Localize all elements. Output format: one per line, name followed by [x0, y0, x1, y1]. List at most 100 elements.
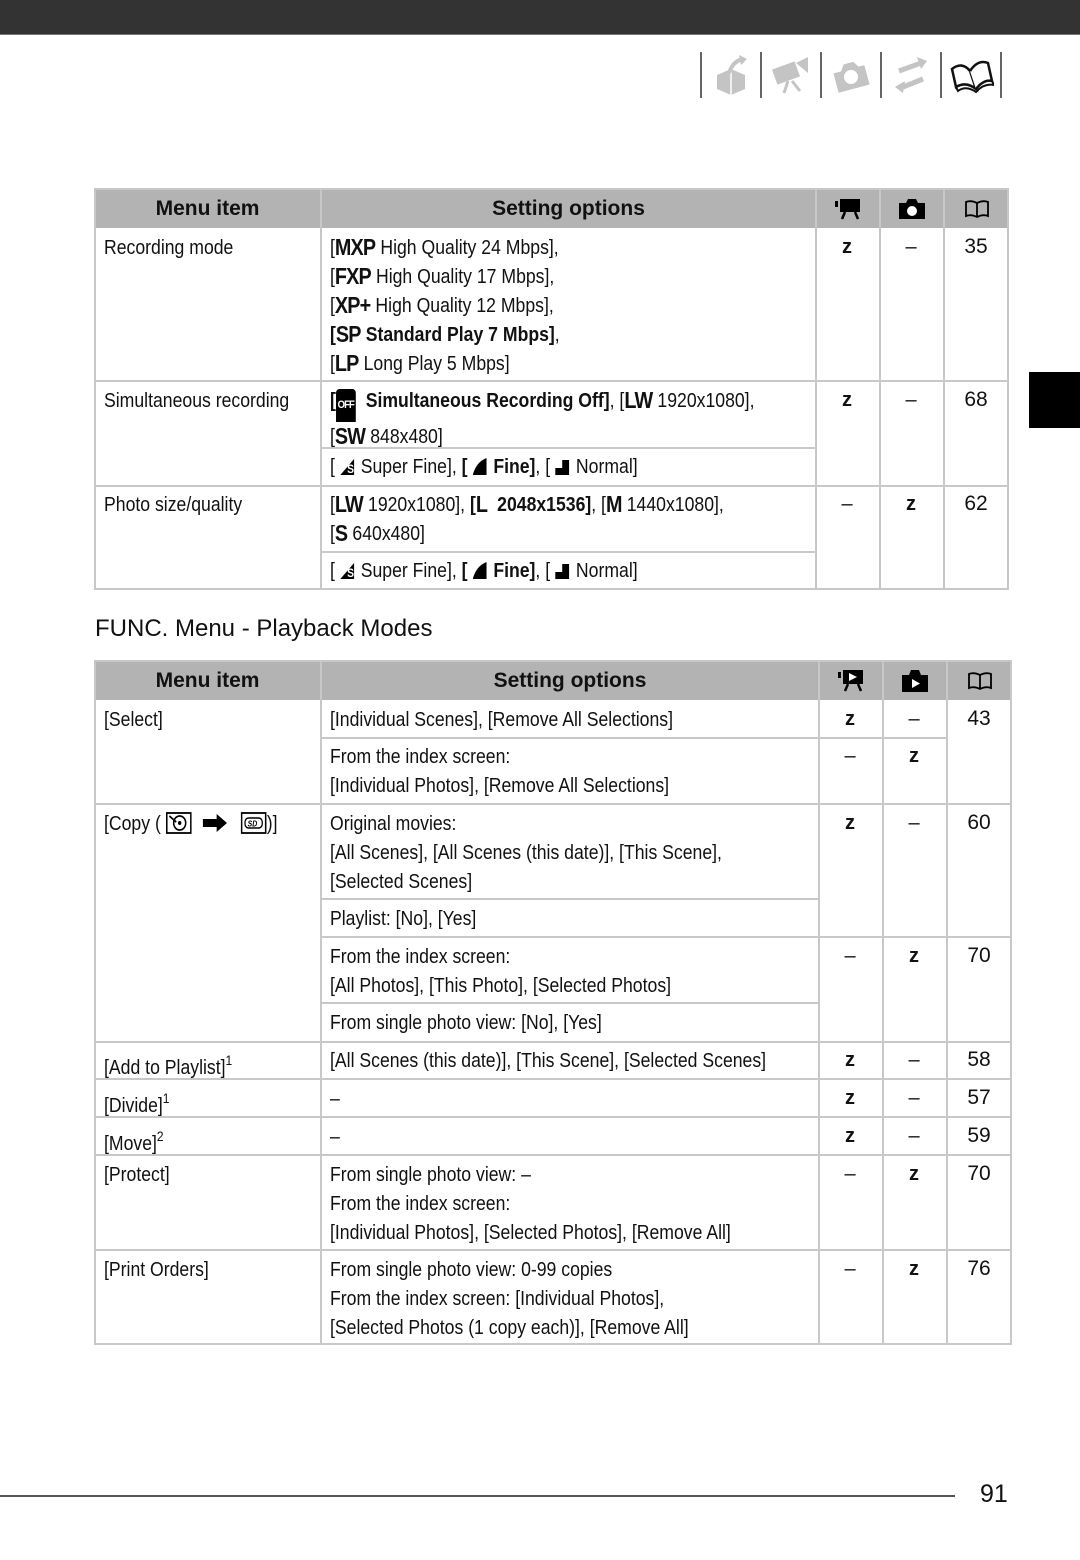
photo-quality-options: [S Super Fine], [Fine], [Normal]: [330, 455, 638, 478]
setting-option: [Individual Scenes], [Remove All Selecti…: [330, 708, 673, 731]
arrow-right-icon: [203, 814, 228, 832]
section-title-playback-modes: FUNC. Menu - Playback Modes: [95, 615, 433, 642]
movie-mode-value: z: [845, 1087, 855, 1109]
grid-line: [94, 1116, 1012, 1118]
m-size-icon: M: [605, 491, 622, 517]
grid-line: [946, 660, 948, 1345]
movie-mode-value: z: [845, 1125, 855, 1147]
menu-item-photo-size-quality: Photo size/quality: [104, 493, 243, 516]
page-reference: 58: [967, 1048, 991, 1071]
photo-mode-value: –: [905, 389, 917, 411]
introduction-icon[interactable]: [702, 52, 760, 98]
photo-playback-icon: [902, 669, 928, 692]
header-menu-item: Menu item: [95, 189, 320, 228]
setting-option: Playlist: [No], [Yes]: [330, 907, 477, 930]
menu-item-add-to-playlist: [Add to Playlist]1: [104, 1052, 233, 1079]
grid-line: [320, 551, 817, 553]
page-reference: 43: [967, 707, 991, 730]
fine-icon: [472, 458, 487, 475]
setting-option: From single photo view: 0-99 copies From…: [330, 1258, 689, 1339]
photo-mode-value: z: [909, 1163, 919, 1185]
nav-separator: [1000, 52, 1002, 98]
setting-option: From the index screen: [Individual Photo…: [330, 745, 670, 797]
footnote-ref: 2: [156, 1128, 164, 1144]
movie-mode-value: –: [844, 945, 856, 967]
lp-icon: LP: [334, 350, 359, 376]
menu-item-protect: [Protect]: [104, 1163, 170, 1186]
setting-option: –: [330, 1125, 340, 1148]
svg-text:S: S: [347, 463, 354, 476]
grid-line: [1010, 660, 1012, 1345]
grid-line: [1007, 189, 1009, 590]
setting-option: From single photo view: – From the index…: [330, 1163, 731, 1244]
photo-mode-value: –: [908, 708, 920, 730]
simultaneous-recording-options: [OFF Simultaneous Recording Off], [LW 192…: [330, 387, 755, 449]
top-bar: [0, 0, 1080, 35]
movie-mode-value: z: [842, 236, 852, 258]
grid-line: [94, 1343, 1012, 1345]
grid-line: [94, 380, 1009, 382]
page-reference: 68: [964, 388, 988, 411]
table-row: [Select]: [104, 705, 172, 734]
footer-rule: [0, 1495, 955, 1497]
page-reference: 59: [967, 1124, 991, 1147]
grid-line: [94, 803, 1012, 805]
normal-icon: [555, 460, 570, 475]
s-size-icon: S: [334, 520, 348, 546]
setting-option: Original movies: [All Scenes], [All Scen…: [330, 812, 722, 893]
photo-mode-value: –: [908, 1049, 920, 1071]
lw-icon: LW: [624, 387, 653, 413]
grid-line: [94, 1249, 1012, 1251]
table-row: [Divide]1: [104, 1084, 180, 1120]
photo-mode-value: –: [908, 1125, 920, 1147]
grid-line: [94, 660, 1012, 662]
movie-mode-value: –: [844, 1163, 856, 1185]
movie-mode-value: –: [844, 1258, 856, 1280]
setting-option: From single photo view: [No], [Yes]: [330, 1011, 602, 1034]
page-reference: 62: [964, 492, 988, 515]
table-row: [Add to Playlist]1: [104, 1046, 253, 1082]
header-setting-options: Setting options: [322, 661, 818, 700]
table-row: Simultaneous recording: [104, 386, 319, 415]
movie-mode-value: z: [845, 708, 855, 730]
setting-option: [All Scenes (this date)], [This Scene], …: [330, 1049, 767, 1072]
svg-text:SD: SD: [248, 819, 258, 829]
grid-line: [94, 189, 96, 590]
additional-info-icon[interactable]: [942, 52, 1000, 98]
page-reference-icon: [964, 199, 989, 218]
photo-mode-value: –: [905, 236, 917, 258]
menu-item-simultaneous-recording: Simultaneous recording: [104, 389, 290, 412]
superfine-icon: S: [340, 459, 354, 476]
header-page-reference: [948, 661, 1011, 700]
movies-icon[interactable]: [762, 52, 820, 98]
menu-item-move: [Move]2: [104, 1128, 164, 1155]
grid-line: [320, 936, 1012, 938]
photo-mode-value: –: [908, 812, 920, 834]
header-movie-playback: [820, 661, 882, 700]
photo-quality-options: [S Super Fine], [Fine], [Normal]: [330, 559, 638, 582]
sp-icon: SP: [335, 321, 362, 347]
grid-line: [320, 737, 948, 739]
footnote-ref: 1: [225, 1052, 233, 1068]
setting-option: From the index screen: [All Photos], [Th…: [330, 945, 672, 997]
page-reference: 70: [967, 1162, 991, 1185]
photo-mode-value: z: [909, 745, 919, 767]
sw-icon: SW: [334, 423, 366, 449]
grid-line: [320, 1002, 820, 1004]
photo-mode-value: –: [908, 1087, 920, 1109]
movie-mode-icon: [835, 198, 860, 219]
photos-icon[interactable]: [822, 52, 880, 98]
menu-item-copy: [Copy ( SD)]: [104, 812, 278, 835]
photo-mode-value: z: [909, 1258, 919, 1280]
movie-mode-value: z: [845, 812, 855, 834]
chapter-nav: [700, 50, 1002, 100]
external-connections-icon[interactable]: [882, 52, 940, 98]
header-setting-options: Setting options: [322, 189, 815, 228]
table-row: Recording mode: [104, 233, 254, 262]
fine-icon: [472, 562, 487, 579]
superfine-icon: S: [340, 563, 354, 580]
setting-option: –: [330, 1087, 340, 1110]
l-size-icon: L: [475, 491, 488, 517]
grid-line: [320, 898, 820, 900]
table-row: [Copy ( SD)]: [104, 809, 306, 838]
